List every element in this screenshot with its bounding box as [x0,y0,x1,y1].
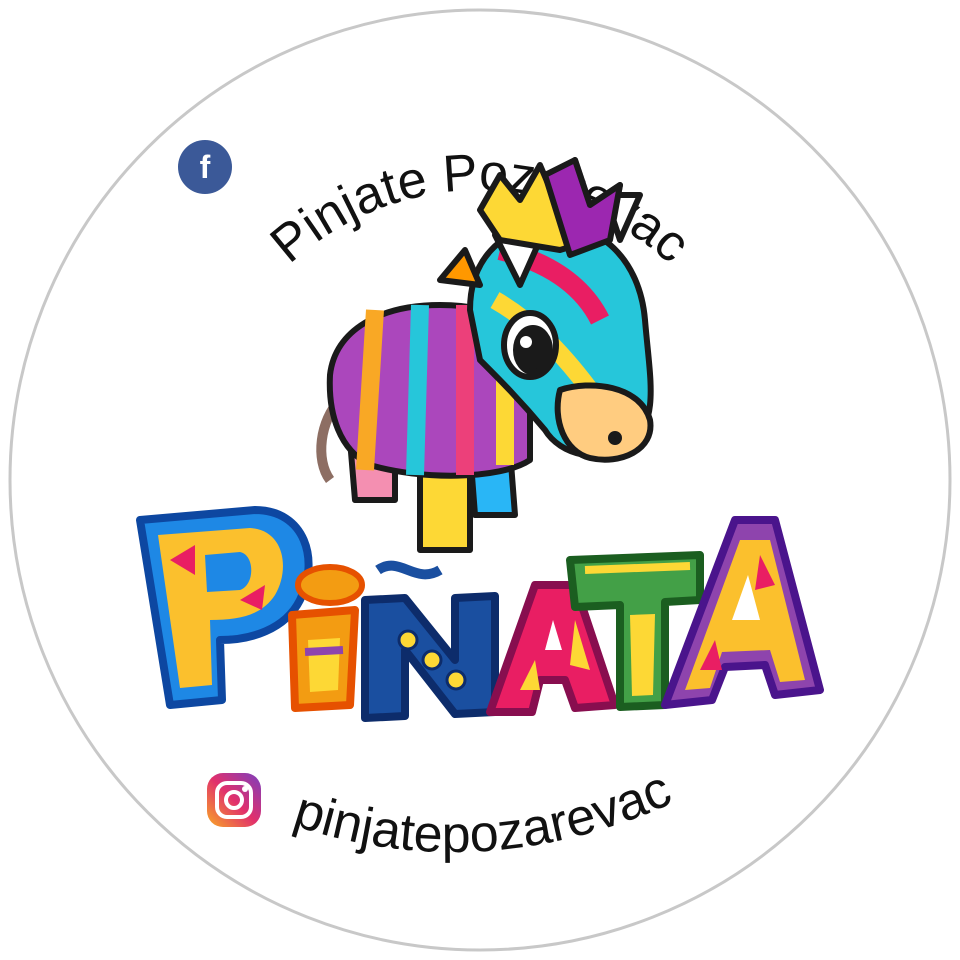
facebook-icon: f [178,140,232,194]
svg-text:f: f [200,149,211,185]
logo-letter-i [288,564,365,712]
instagram-icon [207,773,261,827]
sticker-canvas: f Pinjate Pozarevac [8,8,952,952]
